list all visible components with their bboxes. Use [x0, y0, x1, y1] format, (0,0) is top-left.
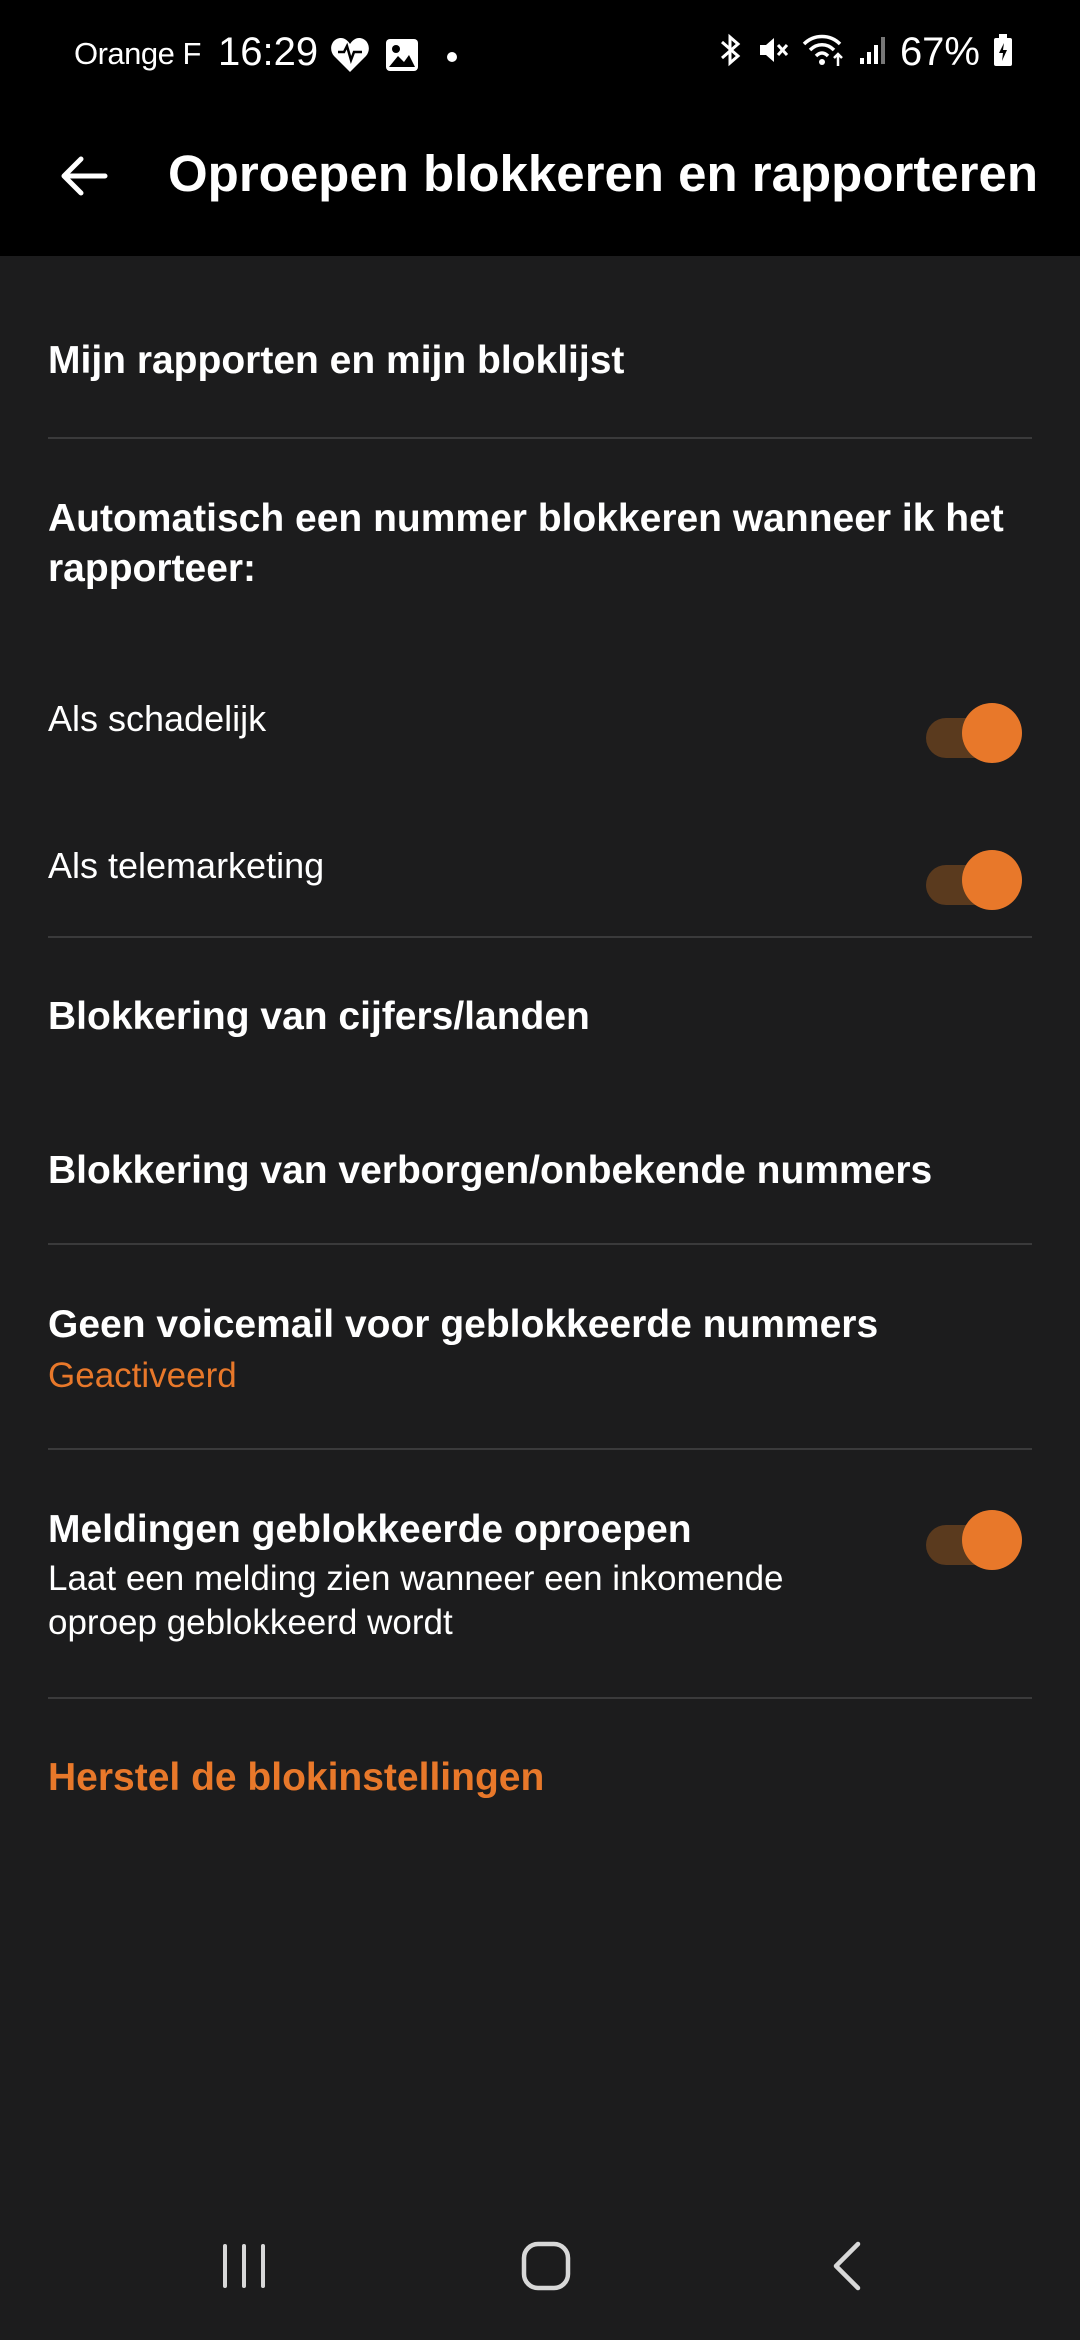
back-button[interactable]: [52, 146, 116, 210]
hidden-unknown-label: Blokkering van verborgen/onbekende numme…: [48, 1149, 933, 1192]
divider: [48, 437, 1032, 439]
home-button[interactable]: [506, 2236, 586, 2300]
status-time: 16:29: [218, 30, 319, 74]
reset-settings-item[interactable]: Herstel de blokinstellingen: [48, 1753, 1032, 1803]
my-reports-label: Mijn rapporten en mijn bloklijst: [48, 339, 625, 382]
status-bar: Orange F 16:29 67%: [0, 0, 1080, 116]
as-harmful-toggle[interactable]: [926, 699, 1022, 763]
no-voicemail-label: Geen voicemail voor geblokkeerde nummers: [48, 1303, 879, 1346]
carrier-name: Orange F: [74, 36, 201, 71]
gallery-icon: [384, 37, 420, 78]
recent-apps-icon: [219, 2242, 269, 2295]
divider: [48, 1697, 1032, 1699]
signal-icon: [858, 32, 888, 73]
as-telemarketing-item[interactable]: Als telemarketing: [48, 843, 1032, 923]
page-title: Oproepen blokkeren en rapporteren: [168, 145, 1039, 202]
nav-back-button[interactable]: [808, 2236, 888, 2300]
as-telemarketing-label: Als telemarketing: [48, 845, 325, 886]
wifi-icon: [802, 32, 846, 73]
notification-icons: [330, 36, 470, 79]
as-harmful-label: Als schadelijk: [48, 698, 267, 739]
my-reports-item[interactable]: Mijn rapporten en mijn bloklijst: [48, 336, 1032, 386]
navigation-bar: [0, 2200, 1080, 2340]
battery-icon: [992, 32, 1014, 73]
notifications-description: Laat een melding zien wanneer een inkome…: [48, 1559, 784, 1642]
notifications-toggle[interactable]: [926, 1506, 1022, 1570]
no-voicemail-item[interactable]: Geen voicemail voor geblokkeerde nummers…: [48, 1300, 1032, 1398]
bluetooth-icon: [716, 32, 744, 73]
mute-icon: [756, 32, 790, 73]
divider: [48, 936, 1032, 938]
divider: [48, 1448, 1032, 1450]
reset-settings-label: Herstel de blokinstellingen: [48, 1756, 545, 1799]
no-voicemail-status: Geactiveerd: [48, 1356, 237, 1395]
toggle-thumb: [962, 850, 1022, 910]
auto-block-header-label: Automatisch een nummer blokkeren wanneer…: [48, 497, 1004, 590]
arrow-left-icon: [59, 154, 109, 203]
back-icon: [828, 2240, 868, 2297]
divider: [48, 1243, 1032, 1245]
hidden-unknown-item[interactable]: Blokkering van verborgen/onbekende numme…: [48, 1146, 1032, 1196]
toggle-thumb: [962, 703, 1022, 763]
notifications-label: Meldingen geblokkeerde oproepen: [48, 1508, 692, 1551]
notifications-item[interactable]: Meldingen geblokkeerde oproepen Laat een…: [48, 1505, 888, 1645]
recent-apps-button[interactable]: [204, 2236, 284, 2300]
app-bar: Oproepen blokkeren en rapporteren: [0, 116, 1080, 256]
battery-percentage: 67%: [899, 30, 980, 74]
toggle-thumb: [962, 1510, 1022, 1570]
home-icon: [520, 2240, 572, 2297]
as-telemarketing-toggle[interactable]: [926, 846, 1022, 910]
dot-icon: [434, 37, 470, 78]
system-icons: 67%: [716, 30, 1014, 75]
digits-countries-item[interactable]: Blokkering van cijfers/landen: [48, 992, 1032, 1042]
auto-block-header: Automatisch een nummer blokkeren wanneer…: [48, 494, 1032, 594]
as-harmful-item[interactable]: Als schadelijk: [48, 696, 1032, 776]
digits-countries-label: Blokkering van cijfers/landen: [48, 995, 590, 1038]
heart-icon: [330, 36, 370, 79]
screen: Orange F 16:29 67% Oproepen blokkeren en…: [0, 0, 1080, 2340]
